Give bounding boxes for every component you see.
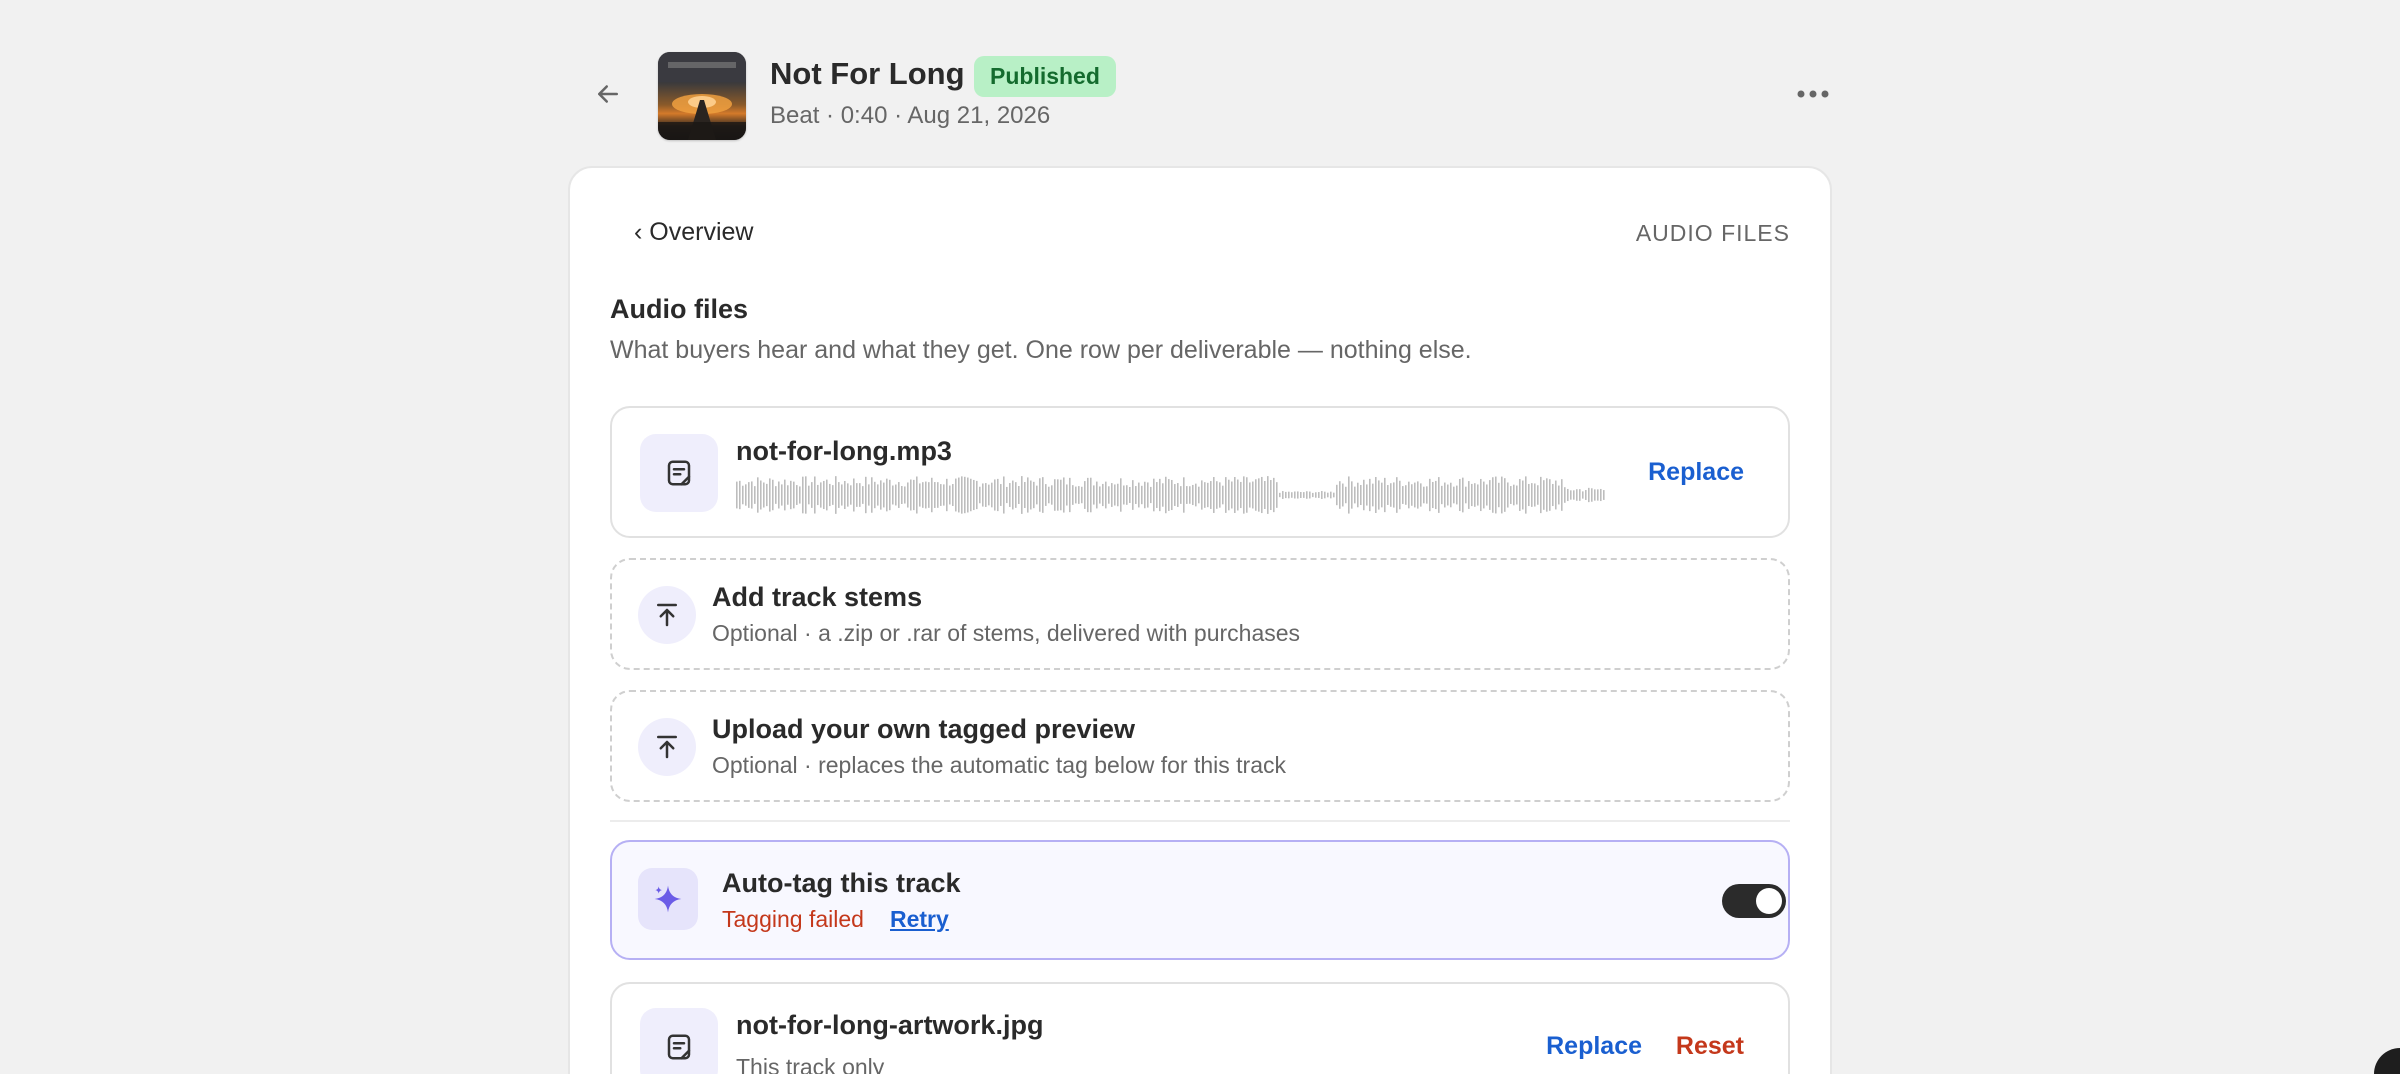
section-tag: AUDIO FILES [1635,220,1790,246]
file-icon [667,1034,691,1060]
more-options-button[interactable] [1788,74,1838,114]
divider [610,820,1790,822]
artwork-file-row: not-for-long-artwork.jpg This track only… [610,982,1790,1074]
replace-audio-button[interactable]: Replace [1648,458,1744,487]
tagged-preview-subtitle: Optional · replaces the automatic tag be… [712,752,1287,778]
sparkle-icon-tile [638,868,698,930]
artwork-scope: This track only [736,1054,885,1074]
upload-icon-circle [638,718,696,776]
section-title: Audio files [610,294,749,324]
sparkle-icon [654,885,682,913]
autotag-row: Auto-tag this track Tagging failed Retry [610,840,1790,960]
reset-artwork-button[interactable]: Reset [1676,1032,1744,1061]
back-button[interactable] [588,74,628,114]
track-header: Not For Long Published Beat · 0:40 · Aug… [568,46,1838,146]
overview-back-link[interactable]: ‹ Overview [634,218,753,247]
upload-icon-circle [638,586,696,644]
more-horizontal-icon [1797,90,1829,98]
file-icon-tile [640,1008,718,1074]
file-icon [667,460,691,486]
track-meta: Beat · 0:40 · Aug 21, 2026 [770,102,1051,129]
autotag-title: Auto-tag this track [722,868,961,898]
status-badge: Published [974,56,1116,97]
file-icon-tile [640,434,718,512]
stems-title: Add track stems [712,582,923,612]
autotag-toggle[interactable] [1722,884,1786,918]
track-title: Not For Long [770,56,965,91]
toggle-knob [1756,888,1782,914]
arrow-left-icon [598,85,618,103]
retry-tagging-link[interactable]: Retry [890,906,949,933]
tagging-failed-status: Tagging failed [722,906,864,932]
upload-icon [657,735,677,759]
audio-waveform[interactable] [736,476,1606,514]
audio-files-card: ‹ Overview AUDIO FILES Audio files What … [568,166,1832,1074]
replace-artwork-button[interactable]: Replace [1546,1032,1642,1061]
track-artwork-thumbnail [658,52,746,140]
tagged-preview-row[interactable]: Upload your own tagged preview Optional … [610,690,1790,802]
artwork-filename: not-for-long-artwork.jpg [736,1010,1044,1040]
upload-icon [657,603,677,627]
tagged-preview-title: Upload your own tagged preview [712,714,1136,744]
main-audio-file-row: not-for-long.mp3 Replace [610,406,1790,538]
stems-subtitle: Optional · a .zip or .rar of stems, deli… [712,620,1301,646]
main-audio-filename: not-for-long.mp3 [736,436,952,466]
window-corner [2374,1048,2400,1074]
section-subtitle: What buyers hear and what they get. One … [610,336,1472,364]
add-stems-row[interactable]: Add track stems Optional · a .zip or .ra… [610,558,1790,670]
